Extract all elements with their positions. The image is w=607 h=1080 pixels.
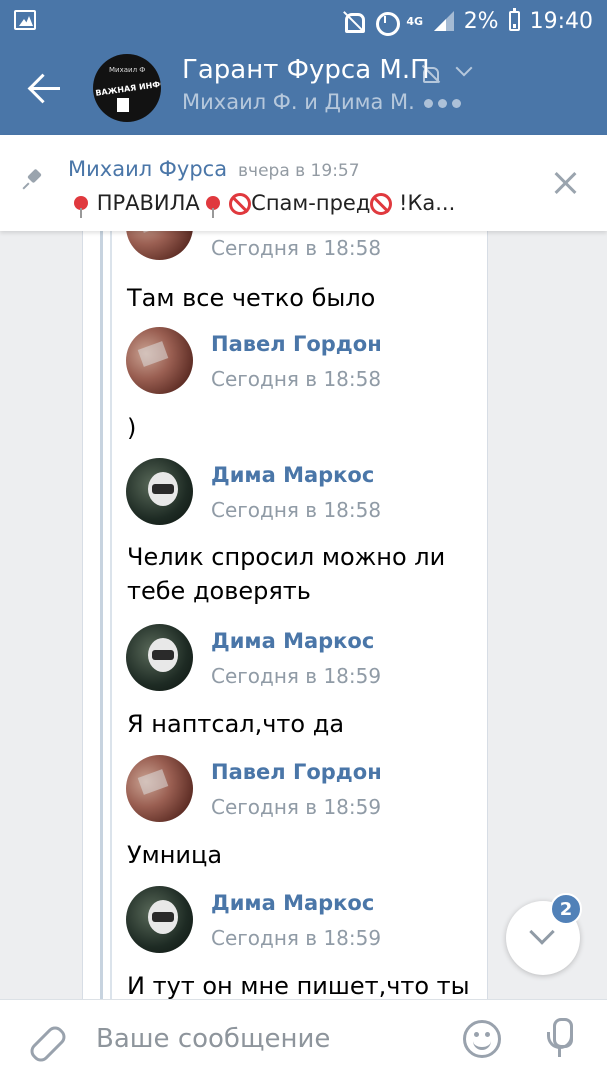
- message-author[interactable]: Павел Гордон: [211, 760, 382, 784]
- avatar-small-text: Михаил Ф: [109, 66, 146, 74]
- message-author[interactable]: Дима Маркос: [211, 629, 374, 653]
- avatar[interactable]: [126, 755, 193, 822]
- clock: 19:40: [529, 8, 593, 34]
- chat-header: Михаил Ф ВАЖНАЯ ИНФОРМАЦ Гарант Фурса М.…: [0, 42, 607, 135]
- pinned-author: Михаил Фурса: [68, 157, 228, 181]
- pinned-message[interactable]: Михаил Фурса вчера в 19:57 ПРАВИЛА Спам-…: [0, 135, 607, 231]
- message-text: И тут он мне пишет,что ты: [127, 972, 470, 999]
- pinned-text: ПРАВИЛА Спам-пред !Ка...: [74, 191, 522, 219]
- image-notification-icon: [14, 10, 36, 30]
- network-type: 4G: [406, 14, 424, 28]
- avatar[interactable]: [126, 327, 193, 394]
- status-bar: 4G 2% 19:40: [0, 0, 607, 42]
- avatar[interactable]: [126, 886, 193, 953]
- avatar-sign-icon: [117, 98, 129, 112]
- status-icons: 4G 2% 19:40: [342, 0, 593, 42]
- pinned-text-part: Спам-пред: [251, 191, 371, 215]
- prohibited-icon: [229, 193, 252, 215]
- avatar[interactable]: [126, 624, 193, 691]
- signal-icon: [433, 11, 454, 31]
- close-icon[interactable]: [552, 169, 580, 197]
- avatar[interactable]: [126, 458, 193, 525]
- pinned-text-part: !Ка...: [399, 191, 456, 215]
- prohibited-icon: [370, 193, 393, 215]
- message-author[interactable]: Дима Маркос: [211, 891, 374, 915]
- microphone-stem: [558, 1047, 561, 1057]
- message-input[interactable]: Ваше сообщение: [96, 1024, 330, 1054]
- alarm-icon: [374, 10, 400, 36]
- attach-icon[interactable]: [28, 1022, 66, 1060]
- battery-percent: 2%: [463, 8, 499, 34]
- mute-icon: [342, 10, 365, 33]
- round-pushpin-icon: [74, 196, 88, 218]
- message-text: ): [127, 414, 137, 442]
- message-time: Сегодня в 18:58: [211, 498, 382, 522]
- round-pushpin-icon: [206, 196, 221, 218]
- avatar-text: ВАЖНАЯ ИНФОРМАЦ: [94, 75, 161, 98]
- message-time: Сегодня в 18:59: [211, 926, 382, 950]
- message-text: Я наптсал,что да: [127, 710, 345, 738]
- chat-title[interactable]: Гарант Фурса М.П: [182, 55, 430, 85]
- forward-quote-line: [110, 231, 112, 999]
- message-time: Сегодня в 18:59: [211, 795, 382, 819]
- chat-avatar[interactable]: Михаил Ф ВАЖНАЯ ИНФОРМАЦ: [93, 54, 161, 122]
- typing-indicator-icon: [424, 99, 461, 108]
- forward-quote-line: [100, 231, 103, 999]
- message-author[interactable]: Павел Гордон: [211, 332, 382, 356]
- unread-badge: 2: [550, 893, 582, 925]
- message-text: Умница: [127, 841, 223, 869]
- chevron-down-icon[interactable]: [455, 59, 473, 77]
- battery-icon: [508, 8, 520, 31]
- message-text: Челик спросил можно ли тебе доверять: [127, 543, 446, 605]
- chat-members: Михаил Ф. и Дима М.: [182, 90, 415, 114]
- pin-icon: [24, 168, 44, 188]
- message-composer: Ваше сообщение: [0, 999, 607, 1080]
- message-time: Сегодня в 18:59: [211, 664, 382, 688]
- message-time: Сегодня в 18:58: [211, 367, 382, 391]
- message-author[interactable]: Дима Маркос: [211, 463, 374, 487]
- message-text: Там все четко было: [127, 284, 376, 312]
- emoji-icon[interactable]: [463, 1020, 501, 1058]
- message-time: Сегодня в 18:58: [211, 236, 382, 260]
- back-arrow-icon[interactable]: [26, 70, 66, 106]
- pinned-text-part: ПРАВИЛА: [96, 191, 200, 215]
- pinned-time: вчера в 19:57: [238, 161, 360, 181]
- message-list[interactable]: Сегодня в 18:58 Там все четко было Павел…: [0, 231, 607, 999]
- chevron-down-icon: [529, 919, 555, 945]
- muted-icon: [420, 64, 442, 84]
